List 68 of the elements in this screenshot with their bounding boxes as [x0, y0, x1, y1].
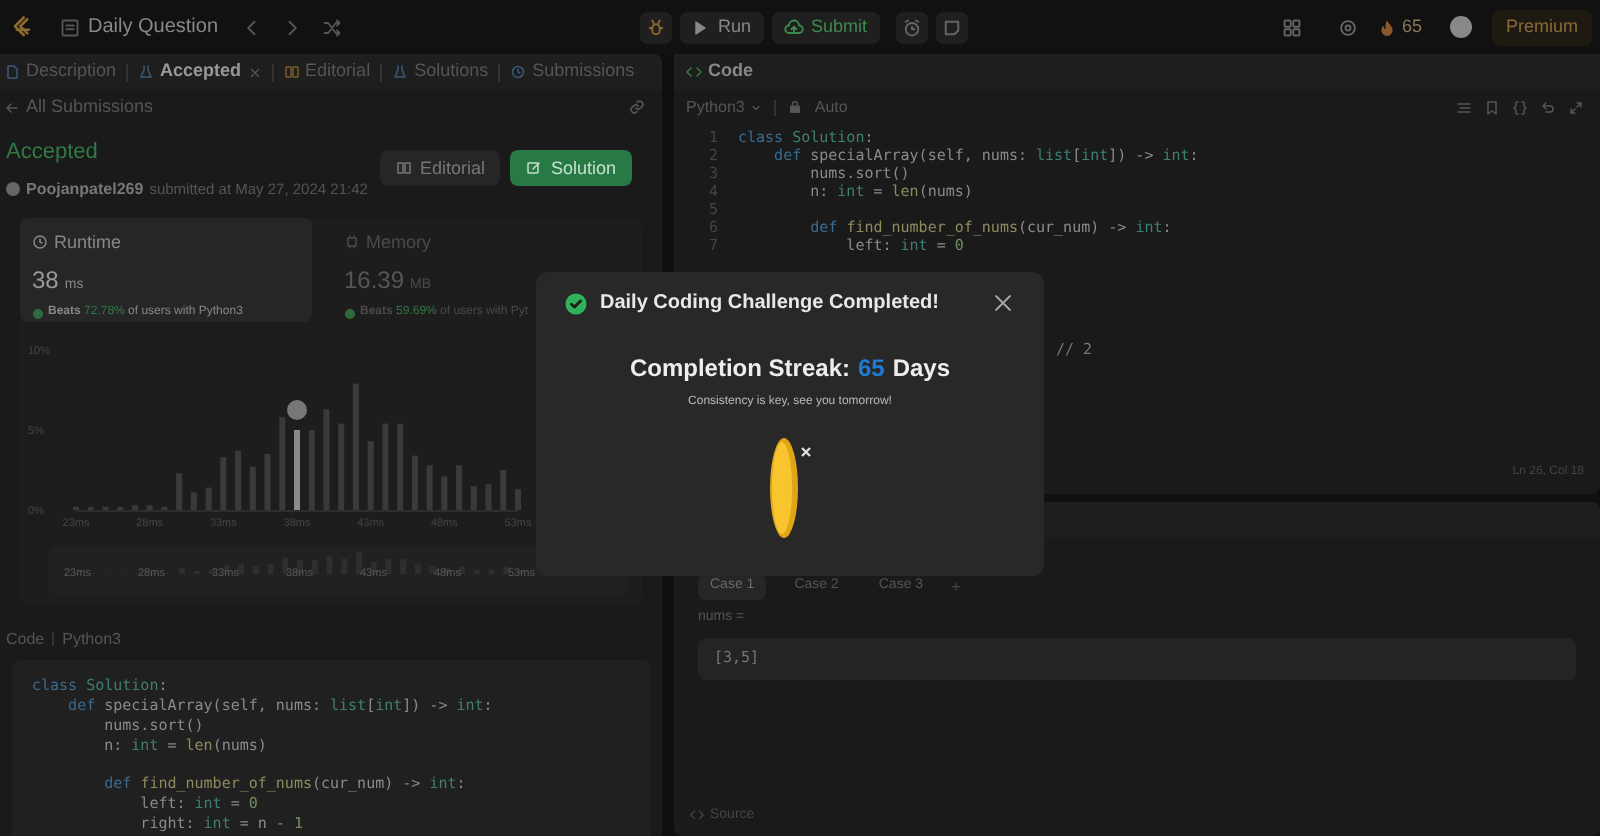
back-link[interactable]: All Submissions	[26, 93, 154, 121]
timer-button[interactable]	[895, 11, 928, 43]
check-badge-icon	[32, 307, 44, 319]
lock-icon	[788, 100, 803, 114]
book-icon	[283, 64, 300, 80]
code-icon	[686, 64, 702, 80]
notes-button[interactable]	[935, 11, 968, 43]
check-badge-icon	[344, 307, 356, 319]
avatar-icon	[6, 182, 20, 196]
alarm-clock-icon	[901, 17, 922, 37]
close-icon	[991, 292, 1013, 314]
flask-icon	[138, 64, 155, 80]
braces-icon[interactable]	[1512, 99, 1528, 115]
list-icon[interactable]	[60, 17, 80, 37]
debug-button[interactable]	[640, 11, 672, 43]
chevron-down-icon	[750, 101, 763, 113]
note-icon	[941, 17, 962, 37]
document-icon	[4, 64, 20, 80]
check-circle-icon	[564, 291, 588, 315]
shuffle-icon[interactable]	[322, 17, 343, 37]
book-icon	[395, 160, 412, 177]
editorial-button[interactable]: Editorial	[379, 150, 501, 187]
code-icon	[690, 808, 704, 823]
streak-label: Completion Streak:	[629, 352, 850, 386]
solution-button[interactable]: Solution	[510, 150, 632, 187]
settings-icon[interactable]	[1337, 17, 1358, 37]
language-dropdown[interactable]: Python3	[686, 95, 763, 119]
chart-bar[interactable]	[294, 429, 300, 509]
undo-icon[interactable]	[1540, 99, 1556, 115]
streak-unit: Days	[892, 352, 951, 386]
streak-count[interactable]: 65	[1401, 13, 1422, 41]
clock-icon	[32, 234, 48, 251]
metric-value: 16.39	[344, 264, 405, 298]
code-label: Code	[6, 627, 45, 651]
dialog-title: Daily Coding Challenge Completed!	[600, 290, 939, 318]
grid-icon[interactable]	[1281, 17, 1302, 37]
close-icon[interactable]	[247, 65, 262, 79]
panel-tab[interactable]: Accepted	[138, 58, 262, 86]
avatar-icon	[287, 399, 307, 419]
bug-icon	[646, 17, 666, 37]
metric-value: 38	[32, 264, 59, 298]
coin-drawing	[770, 438, 812, 538]
add-case-button[interactable]: +	[951, 575, 961, 599]
metric-title: Runtime	[54, 229, 122, 255]
submit-button[interactable]: Submit	[771, 11, 880, 43]
link-icon[interactable]	[628, 98, 646, 116]
problem-list-link[interactable]: Daily Question	[88, 12, 219, 42]
run-button[interactable]: Run	[680, 11, 764, 43]
bookmark-icon[interactable]	[1484, 99, 1500, 115]
avatar-icon[interactable]	[1449, 16, 1472, 38]
username[interactable]: Poojanpatel269	[26, 177, 144, 201]
history-icon	[510, 64, 527, 80]
cloud-upload-icon	[783, 17, 804, 37]
chip-icon	[344, 234, 360, 251]
flame-icon	[1377, 17, 1396, 37]
premium-button[interactable]: Premium	[1491, 9, 1592, 45]
format-icon[interactable]	[1456, 99, 1472, 115]
flask-icon	[392, 64, 409, 80]
logo-icon[interactable]	[8, 13, 36, 41]
arrow-left-icon[interactable]	[4, 99, 20, 115]
play-icon	[692, 19, 708, 35]
language-label: Python3	[62, 627, 121, 651]
streak-value: 65	[857, 352, 885, 386]
expand-icon[interactable]	[1568, 99, 1584, 115]
submission-status: Accepted	[6, 138, 100, 168]
edit-icon	[526, 160, 543, 177]
panel-title: Code	[708, 58, 753, 85]
mode-label: Auto	[814, 95, 848, 119]
